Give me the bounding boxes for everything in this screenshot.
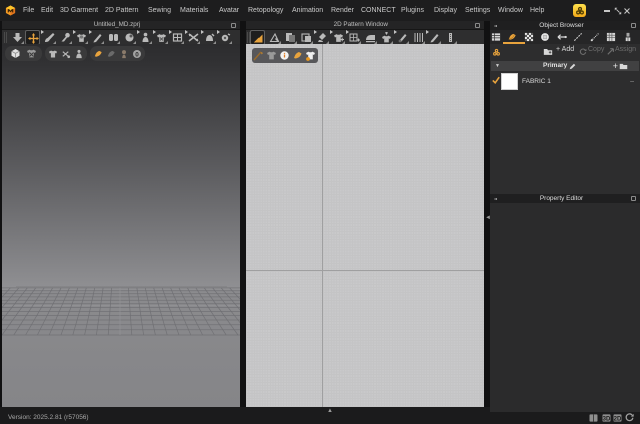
- svg-text:3D: 3D: [603, 416, 611, 422]
- svg-text:0: 0: [135, 51, 139, 58]
- svg-text:2D: 2D: [614, 416, 622, 422]
